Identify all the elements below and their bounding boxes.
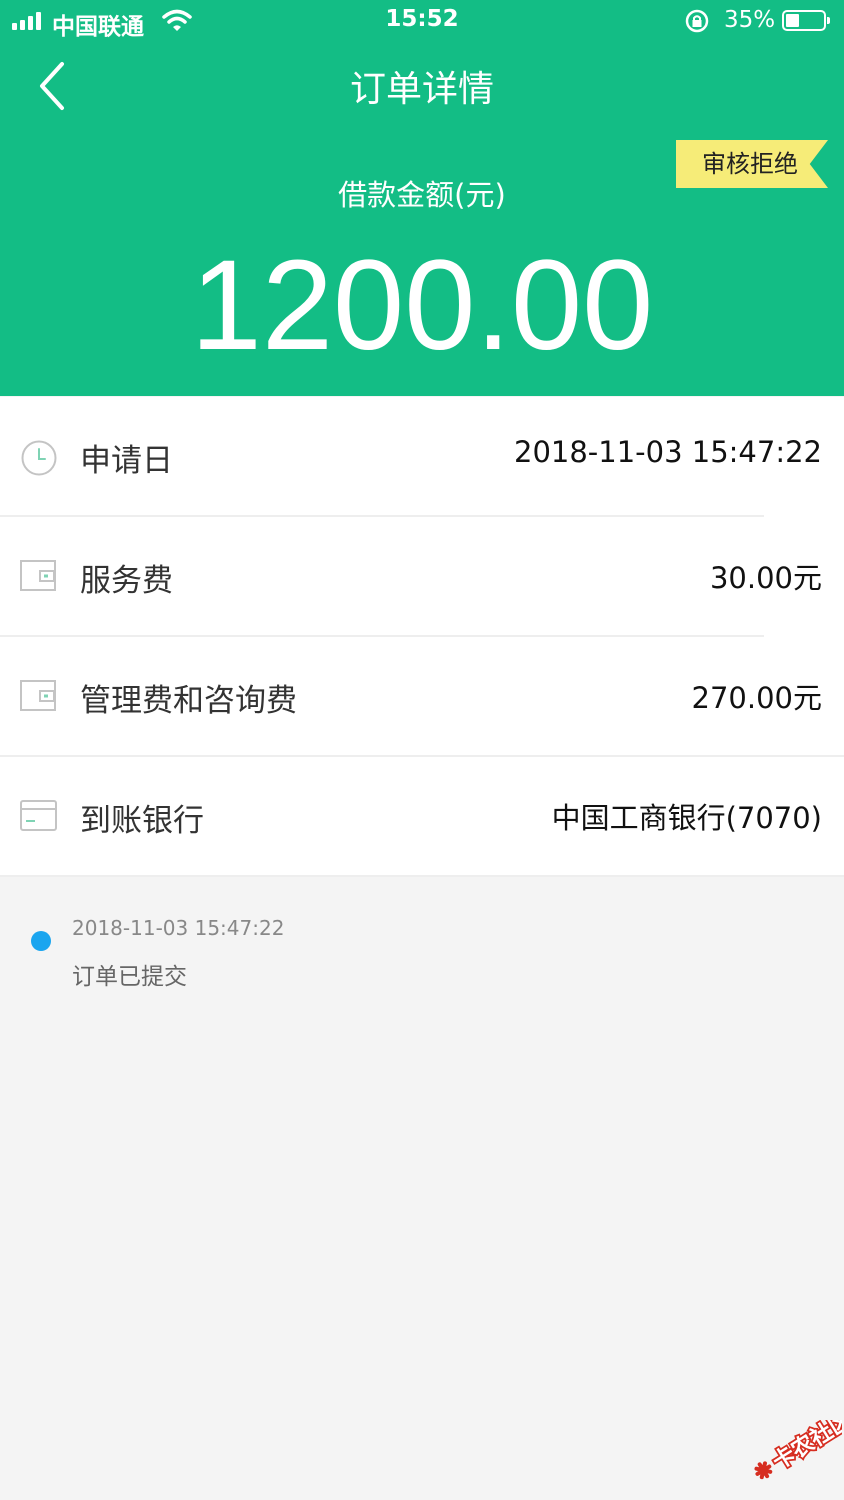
detail-label: 到账银行 <box>80 803 204 839</box>
watermark-text: 卡农社区 <box>768 1420 842 1475</box>
detail-row-apply-date: 申请日 2018-11-03 15:47:22 <box>0 397 844 517</box>
page-title: 订单详情 <box>349 69 494 110</box>
loan-amount-value: 1200.00 <box>190 234 654 377</box>
order-summary-header: 中国联通 15:52 35% 订单详情 审核拒绝 借款金额(元) 1200.00 <box>0 0 844 396</box>
battery-icon <box>782 10 830 31</box>
clock-icon <box>20 439 58 481</box>
detail-value: 中国工商银行(7070) <box>551 801 822 835</box>
status-bar: 中国联通 15:52 35% <box>0 0 844 44</box>
detail-value: 30.00元 <box>709 561 822 595</box>
detail-row-service-fee: 服务费 30.00元 <box>0 517 844 637</box>
loan-amount-label: 借款金额(元) <box>338 178 506 212</box>
detail-row-management-fee: 管理费和咨询费 270.00元 <box>0 637 844 757</box>
timeline-event-text: 订单已提交 <box>72 964 187 990</box>
community-watermark-logo: 卡农社区 <box>742 1405 844 1480</box>
detail-value: 270.00元 <box>691 681 822 715</box>
detail-label: 申请日 <box>80 443 173 479</box>
timeline-timestamp: 2018-11-03 15:47:22 <box>72 916 285 940</box>
row-divider <box>0 875 844 877</box>
detail-label: 管理费和咨询费 <box>80 683 297 719</box>
rotation-lock-icon <box>684 8 710 40</box>
detail-value: 2018-11-03 15:47:22 <box>514 435 822 469</box>
bank-card-icon <box>20 799 58 837</box>
wallet-icon <box>20 559 58 597</box>
detail-row-receiving-bank: 到账银行 中国工商银行(7070) <box>0 757 844 877</box>
wallet-icon <box>20 679 58 717</box>
status-time: 15:52 <box>385 6 459 32</box>
order-detail-list: 申请日 2018-11-03 15:47:22 服务费 30.00元 管理费和咨… <box>0 397 844 877</box>
detail-label: 服务费 <box>80 563 173 599</box>
battery-percentage: 35% <box>724 7 776 33</box>
timeline-dot <box>31 931 51 951</box>
